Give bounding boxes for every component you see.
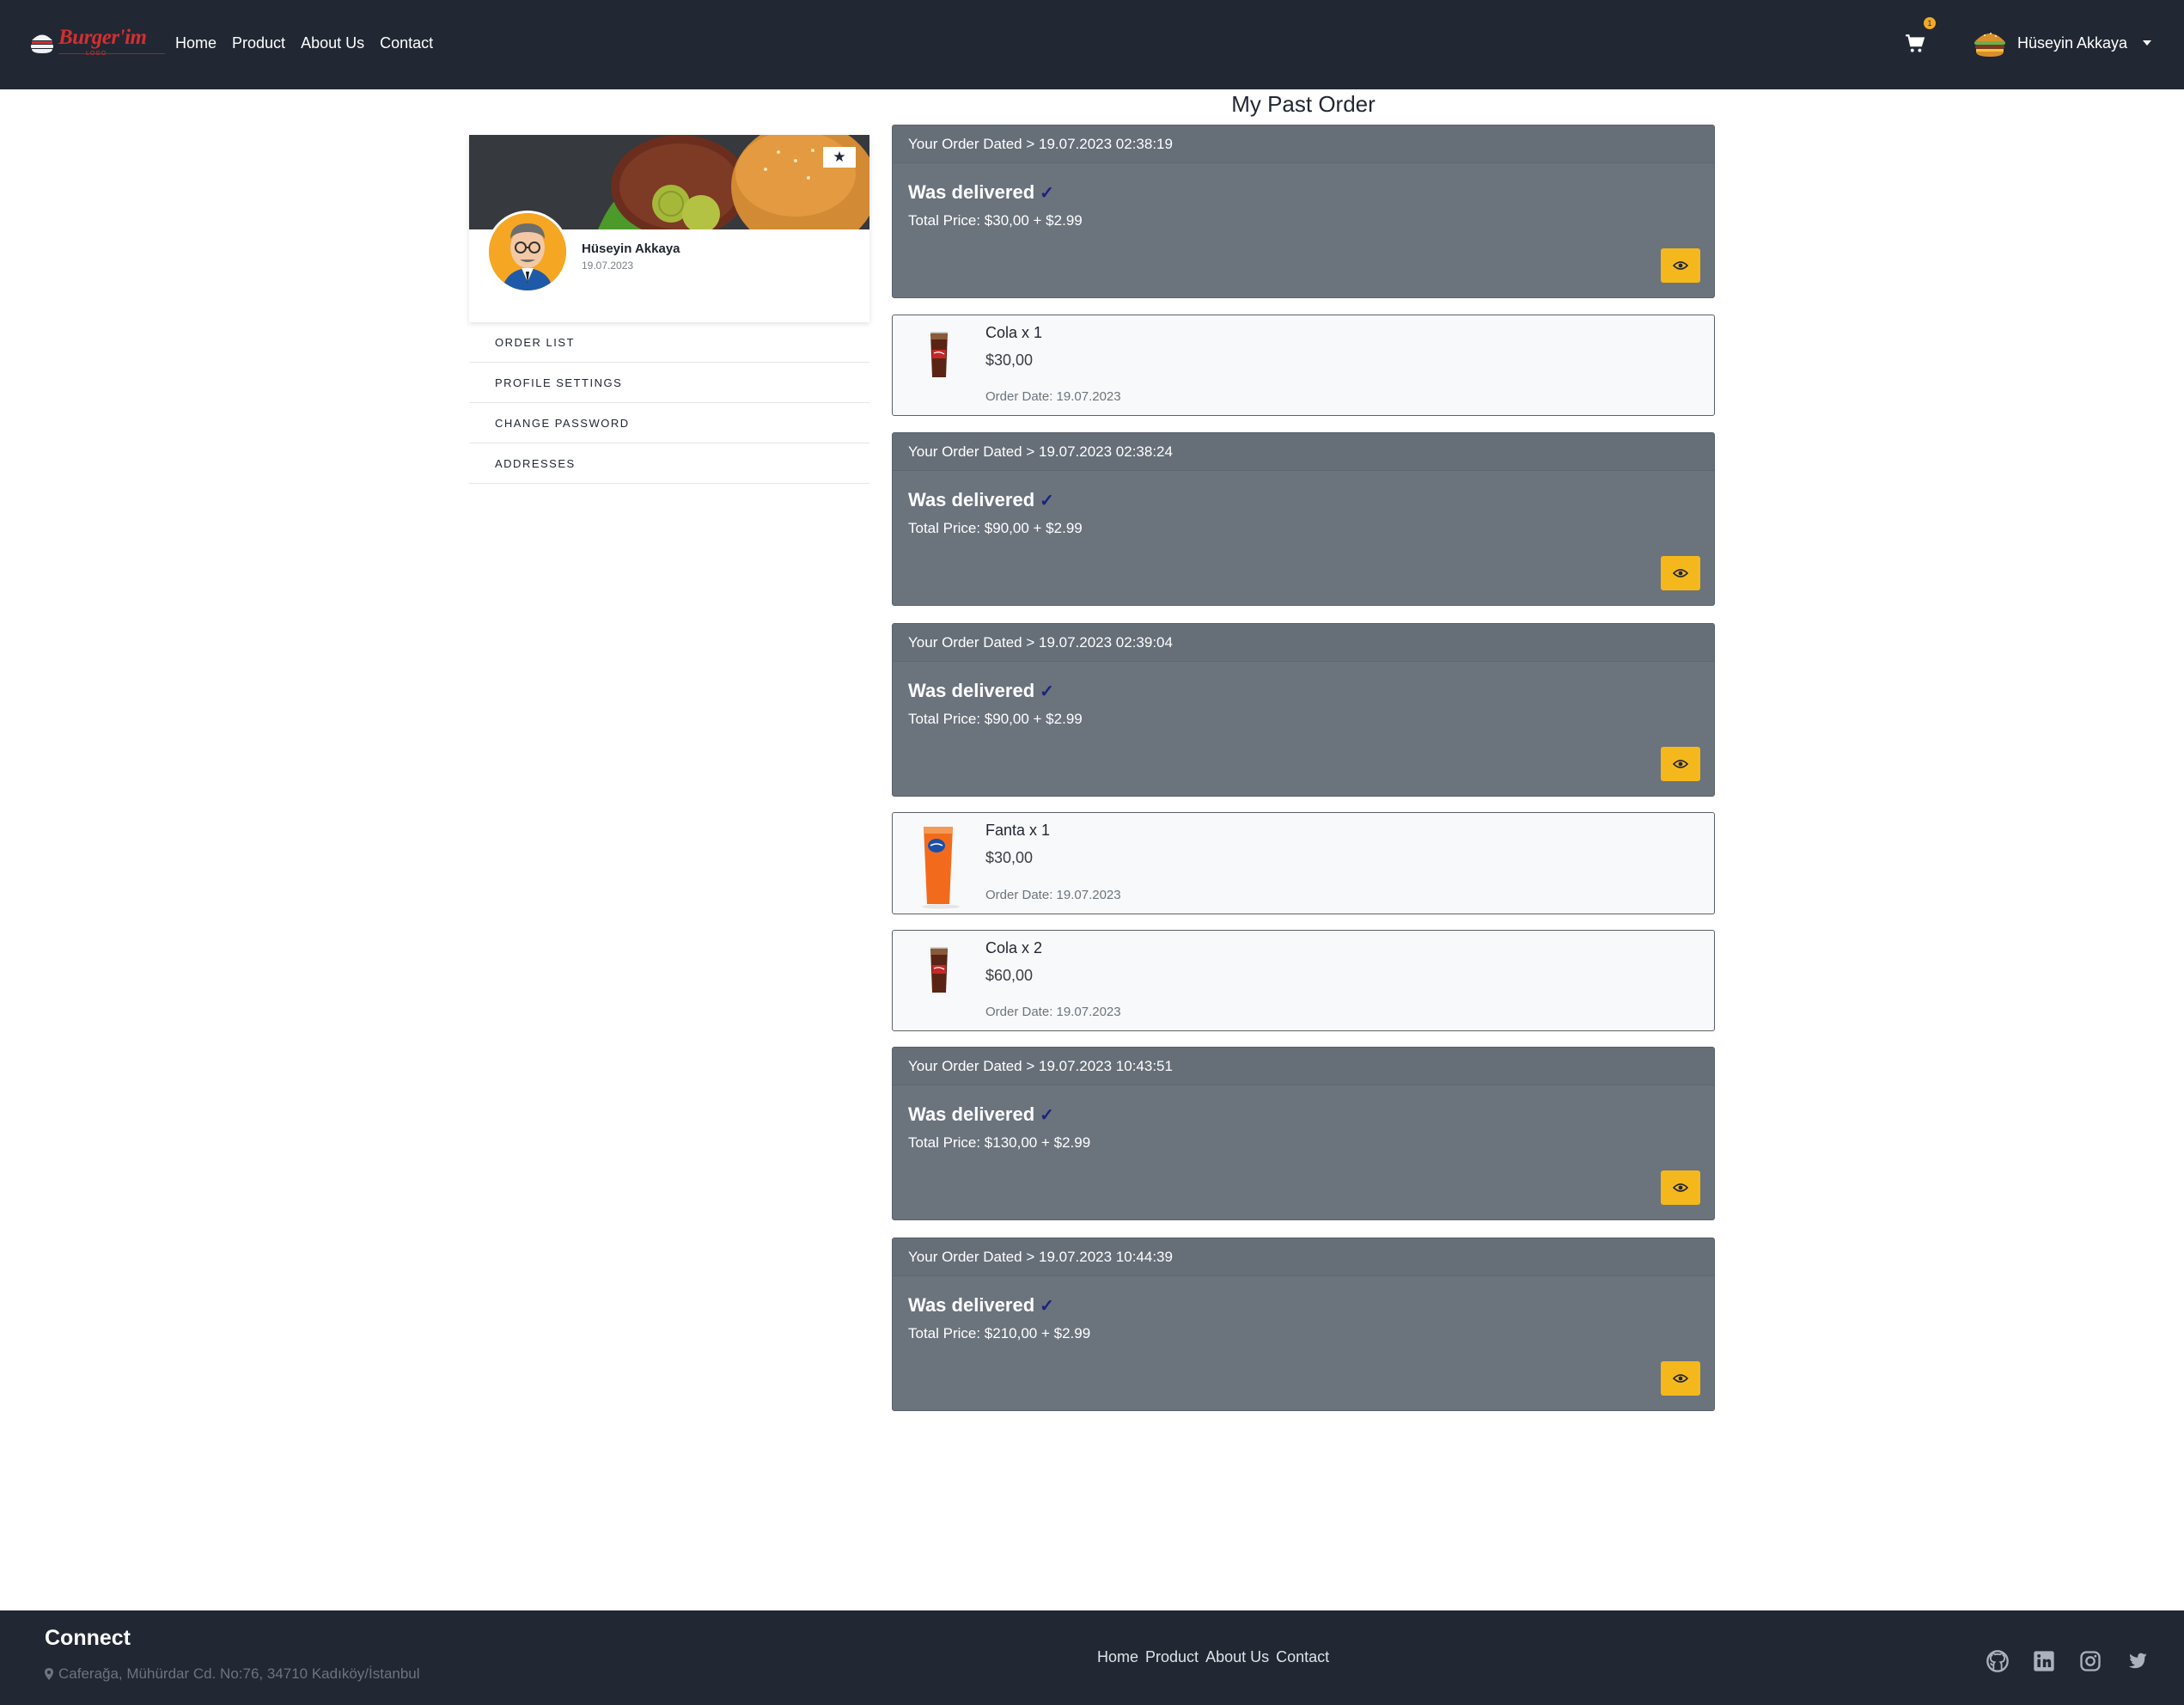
eye-icon (1673, 1183, 1688, 1192)
burger-logo-icon (31, 34, 53, 53)
footer-link-product[interactable]: Product (1145, 1648, 1199, 1666)
main-nav: Home Product About Us Contact (175, 34, 433, 52)
profile-side-menu: ORDER LIST PROFILE SETTINGS CHANGE PASSW… (469, 322, 869, 484)
twitter-icon[interactable] (2124, 1648, 2150, 1674)
page-title: My Past Order (1231, 91, 1376, 117)
footer-link-contact[interactable]: Contact (1276, 1648, 1329, 1666)
view-order-button[interactable] (1661, 1170, 1700, 1205)
cart-icon[interactable] (1904, 33, 1926, 55)
check-icon: ✓ (1040, 491, 1054, 510)
cart-count-badge: 1 (1924, 17, 1936, 29)
menu-item-addresses[interactable]: ADDRESSES (469, 443, 869, 484)
cola-glass-icon (930, 947, 948, 993)
view-order-button[interactable] (1661, 556, 1700, 590)
order-total: Total Price: $130,00 + $2.99 (908, 1134, 1091, 1151)
order-status: Was delivered ✓ (908, 1294, 1054, 1317)
brand-tagline: LOGO (86, 51, 107, 57)
view-order-button[interactable] (1661, 1361, 1700, 1396)
social-links (1985, 1648, 2150, 1674)
order-total: Total Price: $90,00 + $2.99 (908, 711, 1083, 727)
map-marker-icon (45, 1668, 53, 1680)
page-footer: Connect Caferağa, Mühürdar Cd. No:76, 34… (0, 1610, 2184, 1705)
footer-link-home[interactable]: Home (1097, 1648, 1138, 1666)
check-icon: ✓ (1040, 1296, 1054, 1316)
check-icon: ✓ (1040, 681, 1054, 701)
order-status: Was delivered ✓ (908, 680, 1054, 702)
profile-name: Hüseyin Akkaya (582, 241, 680, 256)
item-name: Fanta x 1 (985, 822, 1051, 839)
order-item: Fanta x 1 $30,00 Order Date: 19.07.2023 (892, 812, 1715, 914)
fanta-glass-icon (922, 827, 960, 909)
order-item: Cola x 2 $60,00 Order Date: 19.07.2023 (892, 930, 1715, 1031)
user-menu-toggle[interactable]: Hüseyin Akkaya (1973, 26, 2152, 60)
top-navbar: Burger'im LOGO Home Product About Us Con… (0, 0, 2184, 89)
item-name: Cola x 1 (985, 324, 1043, 341)
order-status: Was delivered ✓ (908, 181, 1054, 204)
order-card: Your Order Dated > 19.07.2023 02:38:19 W… (892, 125, 1715, 298)
profile-date: 19.07.2023 (582, 260, 634, 272)
avatar (486, 211, 569, 293)
item-order-date: Order Date: 19.07.2023 (985, 1005, 1121, 1019)
nav-link-home[interactable]: Home (175, 34, 217, 52)
menu-item-change-password[interactable]: CHANGE PASSWORD (469, 403, 869, 443)
order-card: Your Order Dated > 19.07.2023 10:43:51 W… (892, 1047, 1715, 1220)
linkedin-icon[interactable] (2031, 1648, 2057, 1674)
user-avatar-icon (489, 213, 566, 290)
order-total: Total Price: $90,00 + $2.99 (908, 520, 1083, 536)
nav-link-contact[interactable]: Contact (380, 34, 433, 52)
order-total: Total Price: $210,00 + $2.99 (908, 1325, 1091, 1341)
github-icon[interactable] (1985, 1648, 2010, 1674)
order-status-text: Was delivered (908, 489, 1035, 510)
caret-down-icon (2143, 40, 2152, 46)
order-total: Total Price: $30,00 + $2.99 (908, 212, 1083, 229)
eye-icon (1673, 1374, 1688, 1383)
cola-glass-icon (930, 332, 948, 377)
order-date-header: Your Order Dated > 19.07.2023 02:38:19 (893, 125, 1714, 163)
footer-link-about[interactable]: About Us (1205, 1648, 1269, 1666)
user-name: Hüseyin Akkaya (2017, 34, 2128, 52)
item-price: $30,00 (985, 351, 1034, 369)
order-status: Was delivered ✓ (908, 1103, 1054, 1126)
order-status-text: Was delivered (908, 1294, 1035, 1316)
profile-card: ★ Hüseyin Akkaya 19.07.2023 (469, 135, 869, 322)
nav-link-about[interactable]: About Us (301, 34, 364, 52)
brand-logo[interactable]: Burger'im LOGO (27, 24, 165, 62)
eye-icon (1673, 261, 1688, 270)
menu-item-profile-settings[interactable]: PROFILE SETTINGS (469, 363, 869, 403)
star-icon[interactable]: ★ (823, 147, 856, 168)
order-card: Your Order Dated > 19.07.2023 02:38:24 W… (892, 432, 1715, 606)
order-status-text: Was delivered (908, 680, 1035, 701)
brand-underline (58, 53, 165, 54)
footer-nav: Home Product About Us Contact (1097, 1648, 1329, 1666)
order-date-header: Your Order Dated > 19.07.2023 02:38:24 (893, 433, 1714, 471)
item-price: $30,00 (985, 849, 1034, 866)
order-status: Was delivered ✓ (908, 489, 1054, 511)
item-order-date: Order Date: 19.07.2023 (985, 888, 1121, 902)
order-date-header: Your Order Dated > 19.07.2023 10:43:51 (893, 1048, 1714, 1085)
menu-item-order-list[interactable]: ORDER LIST (469, 322, 869, 363)
eye-icon (1673, 760, 1688, 768)
order-status-text: Was delivered (908, 1103, 1035, 1125)
check-icon: ✓ (1040, 1105, 1054, 1125)
order-card: Your Order Dated > 19.07.2023 02:39:04 W… (892, 623, 1715, 797)
eye-icon (1673, 569, 1688, 578)
footer-address: Caferağa, Mühürdar Cd. No:76, 34710 Kadı… (45, 1665, 420, 1683)
instagram-icon[interactable] (2077, 1648, 2103, 1674)
footer-address-text: Caferağa, Mühürdar Cd. No:76, 34710 Kadı… (58, 1665, 420, 1682)
view-order-button[interactable] (1661, 747, 1700, 781)
order-date-header: Your Order Dated > 19.07.2023 10:44:39 (893, 1238, 1714, 1276)
item-name: Cola x 2 (985, 939, 1043, 956)
order-status-text: Was delivered (908, 181, 1035, 203)
nav-link-product[interactable]: Product (232, 34, 285, 52)
order-card: Your Order Dated > 19.07.2023 10:44:39 W… (892, 1238, 1715, 1411)
item-price: $60,00 (985, 967, 1034, 984)
check-icon: ✓ (1040, 183, 1054, 203)
view-order-button[interactable] (1661, 248, 1700, 283)
order-date-header: Your Order Dated > 19.07.2023 02:39:04 (893, 624, 1714, 662)
item-order-date: Order Date: 19.07.2023 (985, 389, 1121, 404)
burger-avatar-icon (1974, 33, 2005, 57)
footer-title: Connect (45, 1626, 131, 1650)
brand-name: Burger'im (58, 26, 147, 49)
order-item: Cola x 1 $30,00 Order Date: 19.07.2023 (892, 315, 1715, 416)
